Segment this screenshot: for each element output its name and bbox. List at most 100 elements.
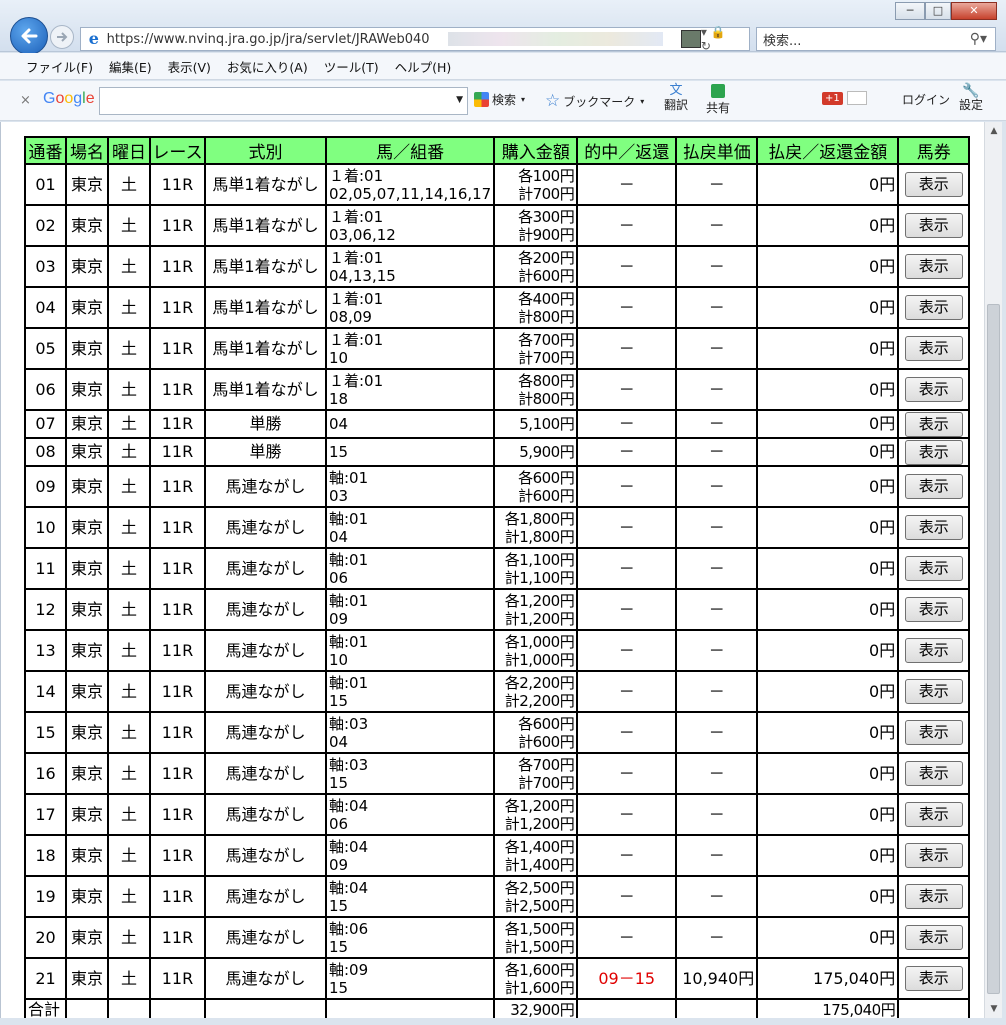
chevron-down-icon[interactable]: ▼ [456, 95, 463, 105]
amount-each: 各2,200円 [504, 673, 575, 692]
race-cell: 11R [149, 409, 206, 439]
bet-rows: 01 東京土 11R 馬単1着ながし １着:01 02,05,07,11,14,16,17… [24, 163, 971, 1000]
forward-button[interactable] [50, 25, 74, 49]
menu-favorites[interactable]: お気に入り(A) [219, 57, 316, 76]
place-cell: 東京 [65, 245, 109, 288]
table-row: 11 東京土 11R 馬連ながし 軸:01 06 各1,100円 計1,100円－－ 0円 表示 [24, 547, 971, 590]
combination-line-1: １着:01 [329, 207, 384, 226]
show-ticket-button[interactable]: 表示 [904, 515, 963, 540]
day-cell: 土 [107, 409, 151, 439]
amount-total: 計800円 [518, 389, 575, 408]
vertical-scrollbar[interactable]: ▲ ▼ [984, 122, 1002, 1018]
bet-type-cell: 馬単1着ながし [204, 245, 327, 288]
table-row: 14 東京土 11R 馬連ながし 軸:01 15 各2,200円 計2,200円－－ 0円 表示 [24, 670, 971, 713]
ticket-cell: 表示 [897, 957, 971, 1000]
combination-cell: 軸:01 10 [324, 629, 496, 672]
show-ticket-button[interactable]: 表示 [904, 884, 963, 909]
combination-line-2: 06 [329, 568, 349, 587]
menu-help[interactable]: ヘルプ(H) [387, 57, 460, 76]
show-ticket-button[interactable]: 表示 [904, 336, 963, 361]
show-ticket-button[interactable]: 表示 [904, 556, 963, 581]
day-cell: 土 [107, 245, 151, 288]
browser-search-box[interactable]: 検索... ⚲▾ [756, 27, 996, 51]
place-cell: 東京 [65, 916, 109, 959]
amount-each: 各1,800円 [504, 509, 575, 528]
show-ticket-button[interactable]: 表示 [904, 172, 963, 197]
show-ticket-button[interactable]: 表示 [904, 295, 963, 320]
serial-cell: 16 [24, 752, 67, 795]
amount-each: 各1,500円 [504, 919, 575, 938]
address-tools-icon[interactable]: ▾🔒↻ [701, 25, 743, 53]
purchase-amount-cell: 各1,600円 計1,600円 [493, 957, 579, 1000]
minimize-button[interactable]: ─ [895, 2, 925, 20]
back-button[interactable] [10, 17, 48, 55]
amount-each: 各300円 [518, 207, 575, 226]
ticket-cell: 表示 [897, 711, 971, 754]
day-cell: 土 [107, 547, 151, 590]
plus-one-button[interactable]: +1 [822, 91, 867, 105]
menu-edit[interactable]: 編集(E) [101, 57, 160, 76]
race-cell: 11R [149, 245, 206, 288]
day-cell: 土 [107, 163, 151, 206]
payout-unit-cell: － [675, 245, 759, 288]
search-icon[interactable]: ⚲▾ [970, 31, 987, 47]
show-ticket-button[interactable]: 表示 [904, 802, 963, 827]
place-cell: 東京 [65, 752, 109, 795]
show-ticket-button[interactable]: 表示 [904, 377, 963, 402]
payout-amount-cell: 0円 [756, 327, 900, 370]
purchase-amount-cell: 各200円 計600円 [493, 245, 579, 288]
table-row: 18 東京土 11R 馬連ながし 軸:04 09 各1,400円 計1,400円－－ 0円 表示 [24, 834, 971, 877]
serial-cell: 07 [24, 409, 67, 439]
scroll-down-arrow-icon[interactable]: ▼ [985, 1000, 1003, 1018]
show-ticket-button[interactable]: 表示 [904, 597, 963, 622]
amount-total: 5,100円 [519, 415, 575, 433]
amount-total: 計2,200円 [504, 691, 575, 710]
show-ticket-button[interactable]: 表示 [904, 440, 963, 464]
close-window-button[interactable]: ✕ [951, 2, 997, 20]
show-ticket-button[interactable]: 表示 [904, 213, 963, 238]
menu-tools[interactable]: ツール(T) [316, 57, 387, 76]
menu-view[interactable]: 表示(V) [160, 57, 219, 76]
translate-button[interactable]: 文 翻訳 [664, 84, 688, 113]
scroll-up-arrow-icon[interactable]: ▲ [985, 122, 1003, 140]
race-cell: 11R [149, 437, 206, 467]
show-ticket-button[interactable]: 表示 [904, 843, 963, 868]
show-ticket-button[interactable]: 表示 [904, 966, 963, 991]
combination-cell: １着:01 18 [324, 368, 496, 411]
login-link[interactable]: ログイン [902, 91, 950, 108]
show-ticket-button[interactable]: 表示 [904, 474, 963, 499]
header-payout-unit: 払戻単価 [675, 136, 759, 165]
google-search-button[interactable]: 検索 ▾ [474, 91, 525, 108]
search-label: 検索 [492, 93, 517, 107]
show-ticket-button[interactable]: 表示 [904, 761, 963, 786]
google-search-input[interactable]: ▼ [99, 87, 468, 115]
day-cell: 土 [107, 204, 151, 247]
bookmark-button[interactable]: ☆ ブックマーク ▾ [545, 91, 644, 111]
share-button[interactable]: 共有 [706, 84, 730, 115]
show-ticket-button[interactable]: 表示 [904, 925, 963, 950]
bet-type-cell: 馬単1着ながし [204, 368, 327, 411]
toolbar-close-icon[interactable]: × [20, 93, 31, 108]
race-cell: 11R [149, 834, 206, 877]
show-ticket-button[interactable]: 表示 [904, 679, 963, 704]
show-ticket-button[interactable]: 表示 [904, 412, 963, 436]
show-ticket-button[interactable]: 表示 [904, 638, 963, 663]
ticket-cell: 表示 [897, 875, 971, 918]
address-bar[interactable]: e https://www.nvinq.jra.go.jp/jra/servle… [80, 25, 750, 53]
show-ticket-button[interactable]: 表示 [904, 720, 963, 745]
amount-each: 各1,200円 [504, 796, 575, 815]
amount-total: 計2,500円 [504, 896, 575, 915]
table-row: 08 東京土 11R 単勝 15 5,900円－－ 0円 表示 [24, 437, 971, 467]
maximize-button[interactable]: □ [925, 2, 951, 20]
empty-cell [204, 998, 327, 1018]
amount-total: 計600円 [518, 732, 575, 751]
amount-total: 計700円 [518, 773, 575, 792]
menu-file[interactable]: ファイル(F) [18, 57, 101, 76]
header-combination: 馬／組番 [324, 136, 496, 165]
payout-amount-cell: 0円 [756, 409, 900, 439]
empty-cell [324, 998, 496, 1018]
settings-button[interactable]: 🔧 設定 [959, 84, 983, 112]
show-ticket-button[interactable]: 表示 [904, 254, 963, 279]
amount-each: 各1,400円 [504, 837, 575, 856]
scrollbar-thumb[interactable] [987, 304, 1000, 994]
